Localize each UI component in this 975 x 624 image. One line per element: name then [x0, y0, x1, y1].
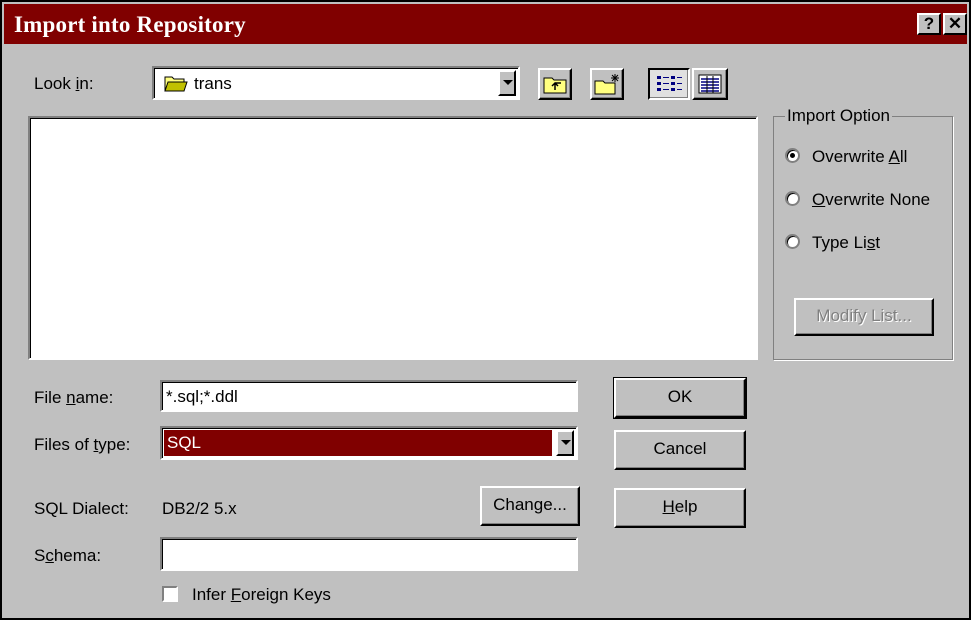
- details-view-icon: [698, 74, 722, 94]
- infer-foreign-keys-checkbox[interactable]: [162, 586, 178, 602]
- filetype-dropdown-arrow[interactable]: [556, 430, 574, 456]
- filename-input[interactable]: *.sql;*.ddl: [160, 380, 578, 412]
- overwrite-none-radio[interactable]: [785, 191, 800, 206]
- infer-foreign-keys-label[interactable]: Infer Foreign Keys: [192, 585, 331, 605]
- filename-label: File name:: [34, 388, 114, 407]
- file-list[interactable]: [28, 116, 758, 360]
- import-dialog: Import into Repository ? ✕ Look in: tran…: [0, 0, 971, 620]
- list-view-button[interactable]: [648, 68, 690, 100]
- up-one-level-button[interactable]: [538, 68, 572, 100]
- help-title-button[interactable]: ?: [917, 13, 941, 35]
- filetype-dropdown[interactable]: SQL: [160, 426, 578, 460]
- filetype-selection: SQL: [163, 429, 553, 457]
- lookin-value: trans: [194, 74, 232, 93]
- overwrite-all-radio[interactable]: [785, 148, 800, 163]
- filetype-label: Files of type:: [34, 435, 131, 454]
- filetype-value: SQL: [167, 433, 202, 452]
- details-view-button[interactable]: [692, 68, 728, 100]
- list-view-icon: [657, 76, 682, 91]
- ok-button[interactable]: OK: [613, 377, 747, 419]
- modify-list-button[interactable]: Modify List...: [794, 298, 934, 336]
- schema-input[interactable]: [160, 537, 578, 571]
- overwrite-all-label[interactable]: Overwrite All: [812, 147, 907, 167]
- sql-dialect-value: DB2/2 5.x: [162, 499, 237, 518]
- new-folder-button[interactable]: [590, 68, 624, 100]
- cancel-button[interactable]: Cancel: [614, 430, 746, 470]
- title-bar[interactable]: Import into Repository ? ✕: [4, 4, 967, 44]
- type-list-radio[interactable]: [785, 234, 800, 249]
- import-option-title: Import Option: [785, 106, 892, 126]
- close-button[interactable]: ✕: [943, 13, 967, 35]
- sql-dialect-label: SQL Dialect:: [34, 499, 129, 518]
- lookin-label: Look in:: [34, 74, 94, 93]
- help-button[interactable]: Help: [614, 488, 746, 528]
- overwrite-none-label[interactable]: Overwrite None: [812, 190, 930, 210]
- change-button[interactable]: Change...: [480, 486, 580, 526]
- schema-label: Schema:: [34, 546, 102, 565]
- lookin-dropdown-arrow[interactable]: [498, 70, 516, 96]
- filename-value: *.sql;*.ddl: [166, 387, 238, 406]
- up-one-level-icon: [543, 77, 567, 94]
- window-title: Import into Repository: [14, 12, 246, 37]
- modify-list-label: Modify List...: [816, 306, 912, 325]
- type-list-label[interactable]: Type List: [812, 233, 880, 253]
- lookin-dropdown[interactable]: trans: [152, 66, 520, 100]
- folder-open-icon: [164, 76, 188, 92]
- new-folder-icon: [594, 74, 619, 95]
